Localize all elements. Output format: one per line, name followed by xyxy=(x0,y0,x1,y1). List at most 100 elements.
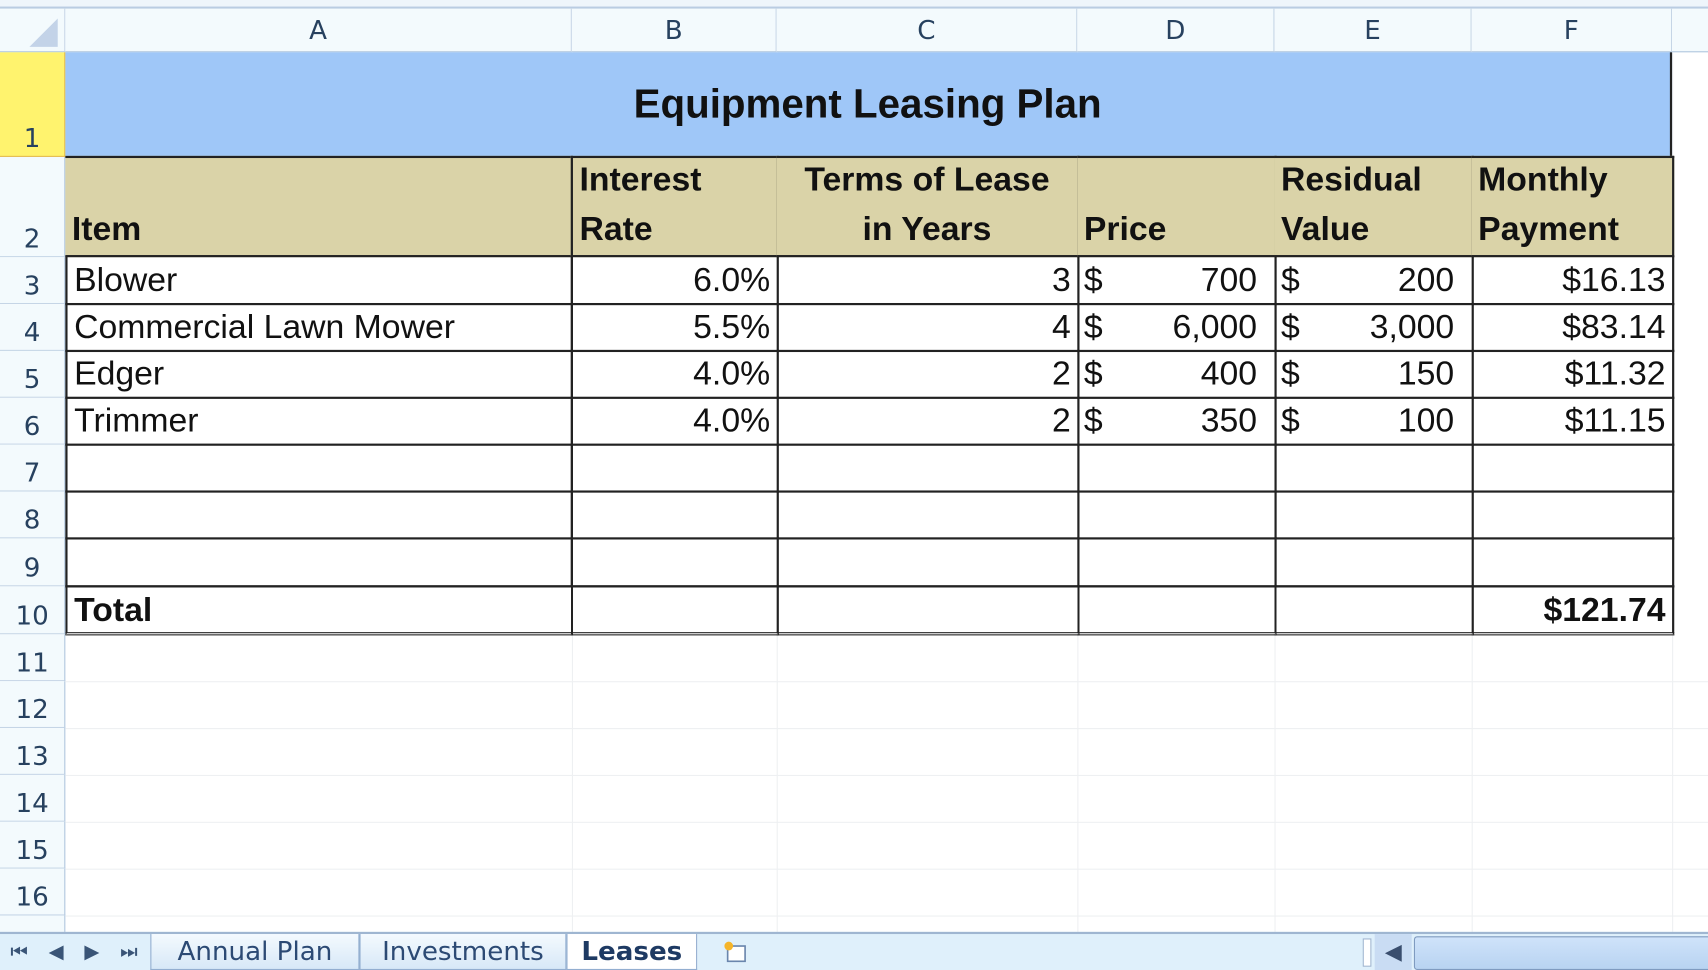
residual-cell[interactable] xyxy=(1274,585,1474,636)
terms-cell[interactable]: 2 xyxy=(776,396,1080,446)
monthly-payment-cell[interactable] xyxy=(1471,443,1675,493)
row-header-10[interactable]: 10 xyxy=(0,586,66,635)
interest-rate-cell[interactable]: 4.0% xyxy=(570,396,779,446)
interest-rate-cell[interactable]: 5.5% xyxy=(570,302,779,353)
row-header-9[interactable]: 9 xyxy=(0,538,66,587)
interest-rate-cell[interactable] xyxy=(570,490,779,540)
column-header-f[interactable]: F xyxy=(1471,8,1673,53)
header-terms-of-lease[interactable]: Terms of Lease in Years xyxy=(776,155,1080,258)
residual-cell[interactable] xyxy=(1274,537,1474,588)
column-header-c[interactable]: C xyxy=(776,8,1078,53)
tab-leases[interactable]: Leases xyxy=(566,934,698,970)
monthly-payment-cell[interactable] xyxy=(1471,490,1675,540)
price-cell[interactable]: $700 xyxy=(1077,256,1277,306)
residual-cell[interactable] xyxy=(1274,490,1474,540)
total-label-cell[interactable]: Total xyxy=(65,585,573,636)
terms-cell[interactable] xyxy=(776,490,1080,540)
sheet-title-cell[interactable]: Equipment Leasing Plan xyxy=(65,52,1673,157)
row-header-7[interactable]: 7 xyxy=(0,444,66,492)
price-cell[interactable]: $6,000 xyxy=(1077,302,1277,353)
header-price[interactable]: Price xyxy=(1077,155,1277,258)
row-header-8[interactable]: 8 xyxy=(0,491,66,539)
terms-cell[interactable]: 4 xyxy=(776,302,1080,353)
interest-rate-cell[interactable]: 4.0% xyxy=(570,349,779,399)
row-header-1[interactable]: 1 xyxy=(0,52,66,157)
row-header-3[interactable]: 3 xyxy=(0,257,66,305)
row-header-4[interactable]: 4 xyxy=(0,304,66,351)
terms-cell[interactable]: 2 xyxy=(776,349,1080,399)
item-cell[interactable] xyxy=(65,537,573,588)
residual-cell[interactable] xyxy=(1274,443,1474,493)
row-header-13[interactable]: 13 xyxy=(0,728,66,775)
header-item-label: Item xyxy=(71,209,142,248)
select-all-button[interactable] xyxy=(0,8,66,53)
interest-rate-cell[interactable] xyxy=(570,585,779,636)
price-cell[interactable]: $350 xyxy=(1077,396,1277,446)
interest-rate-cell[interactable]: 6.0% xyxy=(570,256,779,306)
residual-cell[interactable]: $3,000 xyxy=(1274,302,1474,353)
currency-symbol: $ xyxy=(1281,400,1300,439)
header-residual-label: Residual Value xyxy=(1281,160,1422,248)
column-header-b[interactable]: B xyxy=(571,8,777,53)
terms-value: 4 xyxy=(1051,306,1071,345)
header-item[interactable]: Item xyxy=(65,155,573,258)
header-residual-value[interactable]: Residual Value xyxy=(1274,155,1474,258)
monthly-payment-cell[interactable] xyxy=(1471,537,1675,588)
prev-sheet-icon[interactable]: ◀ xyxy=(49,941,64,964)
header-monthly-payment[interactable]: Monthly Payment xyxy=(1471,155,1675,258)
header-terms-label: Terms of Lease in Years xyxy=(804,160,1050,248)
row-header-16[interactable]: 16 xyxy=(0,868,66,916)
header-interest-rate[interactable]: Interest Rate xyxy=(570,155,779,258)
item-cell[interactable]: Trimmer xyxy=(65,396,573,446)
price-cell[interactable] xyxy=(1077,490,1277,540)
column-header-g[interactable] xyxy=(1672,8,1708,53)
tab-split-handle[interactable] xyxy=(1362,938,1372,967)
terms-cell[interactable] xyxy=(776,585,1080,636)
monthly-payment-cell[interactable]: $83.14 xyxy=(1471,302,1675,353)
row-header-14[interactable]: 14 xyxy=(0,774,66,822)
total-monthly-cell[interactable]: $121.74 xyxy=(1471,585,1675,636)
interest-rate-value: 4.0% xyxy=(693,400,771,439)
monthly-payment-cell[interactable]: $11.15 xyxy=(1471,396,1675,446)
monthly-payment-cell[interactable]: $16.13 xyxy=(1471,256,1675,306)
gridline xyxy=(65,681,1708,683)
residual-cell[interactable]: $200 xyxy=(1274,256,1474,306)
row-header-12[interactable]: 12 xyxy=(0,681,66,729)
column-header-d[interactable]: D xyxy=(1077,8,1275,53)
row-header-15[interactable]: 15 xyxy=(0,821,66,869)
scroll-left-button[interactable]: ◀ xyxy=(1374,934,1412,970)
terms-cell[interactable]: 3 xyxy=(776,256,1080,306)
currency-symbol: $ xyxy=(1083,306,1103,345)
first-sheet-icon[interactable]: ⏮ xyxy=(10,941,28,964)
item-cell[interactable] xyxy=(65,490,573,540)
last-sheet-icon[interactable]: ⏭ xyxy=(120,941,138,964)
row-header-11[interactable]: 11 xyxy=(0,634,66,682)
tab-investments[interactable]: Investments xyxy=(359,934,567,970)
interest-rate-cell[interactable] xyxy=(570,537,779,588)
interest-rate-cell[interactable] xyxy=(570,443,779,493)
column-header-a[interactable]: A xyxy=(65,8,572,53)
row-header-2[interactable]: 2 xyxy=(0,156,66,258)
terms-cell[interactable] xyxy=(776,443,1080,493)
tab-annual-plan[interactable]: Annual Plan xyxy=(150,934,360,970)
price-cell[interactable]: $400 xyxy=(1077,349,1277,399)
column-header-e[interactable]: E xyxy=(1274,8,1472,53)
terms-cell[interactable] xyxy=(776,537,1080,588)
item-cell[interactable]: Commercial Lawn Mower xyxy=(65,302,573,353)
row-header-6[interactable]: 6 xyxy=(0,397,66,445)
item-cell[interactable] xyxy=(65,443,573,493)
price-cell[interactable] xyxy=(1077,443,1277,493)
monthly-payment-cell[interactable]: $11.32 xyxy=(1471,349,1675,399)
price-cell[interactable] xyxy=(1077,537,1277,588)
row-header-5[interactable]: 5 xyxy=(0,350,66,398)
item-cell[interactable]: Blower xyxy=(65,256,573,306)
price-cell[interactable] xyxy=(1077,585,1277,636)
next-sheet-icon[interactable]: ▶ xyxy=(84,941,99,964)
item-cell[interactable]: Edger xyxy=(65,349,573,399)
residual-cell[interactable]: $100 xyxy=(1274,396,1474,446)
sheet-tab-bar: ⏮ ◀ ▶ ⏭ Annual Plan Investments Leases ◀ xyxy=(0,931,1708,970)
residual-cell[interactable]: $150 xyxy=(1274,349,1474,399)
total-label: Total xyxy=(74,590,153,629)
insert-sheet-button[interactable] xyxy=(697,934,773,970)
horizontal-scrollbar-thumb[interactable] xyxy=(1413,936,1708,970)
